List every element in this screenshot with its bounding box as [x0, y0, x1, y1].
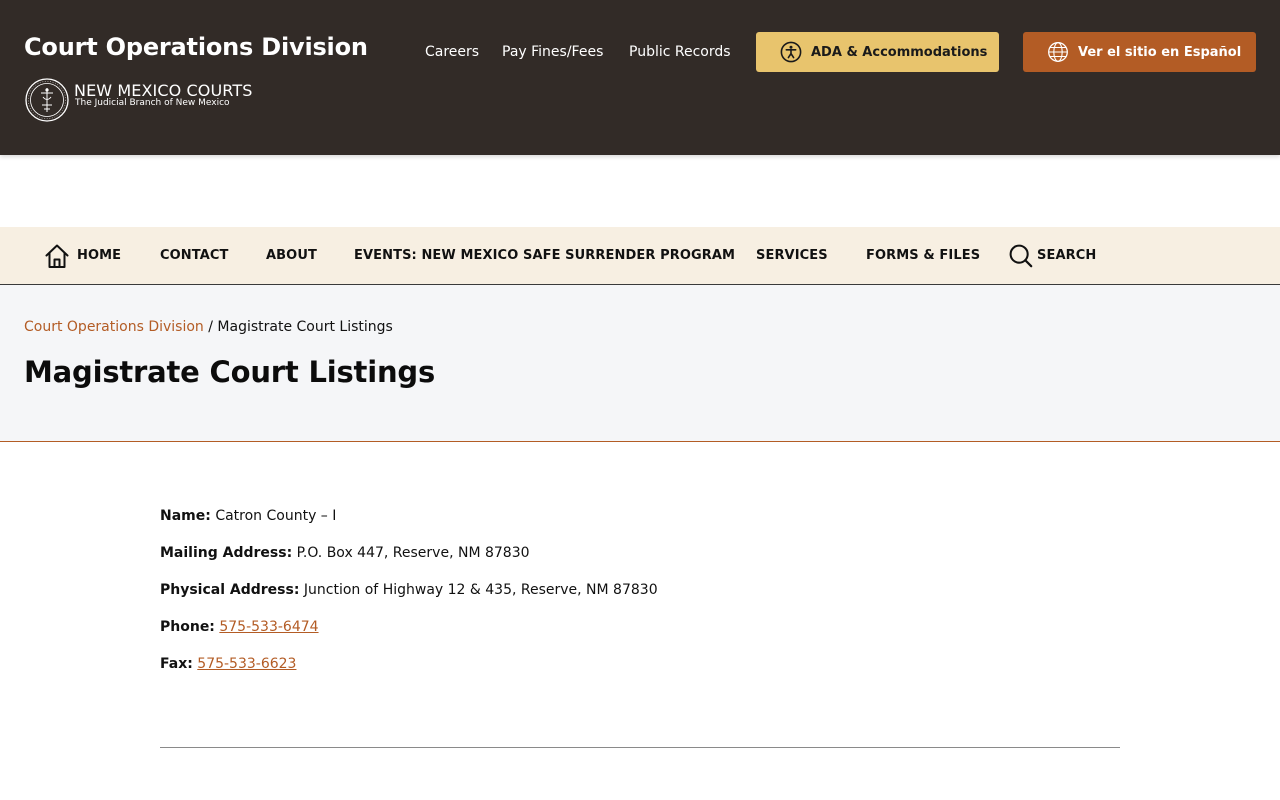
accessibility-icon: [780, 41, 802, 63]
page-title: Magistrate Court Listings: [24, 355, 436, 389]
breadcrumb: Court Operations Division / Magistrate C…: [24, 319, 393, 335]
site-title[interactable]: Court Operations Division: [24, 33, 368, 61]
mailing-address-label: Mailing Address:: [160, 545, 293, 561]
public-records-link[interactable]: Public Records: [629, 44, 731, 60]
physical-address-label: Physical Address:: [160, 582, 300, 598]
name-label: Name:: [160, 508, 211, 524]
nm-courts-logo[interactable]: NEW MEXICO COURTS The Judicial Branch of…: [24, 78, 274, 124]
ada-accommodations-button[interactable]: ADA & Accommodations: [756, 32, 999, 72]
ada-button-label: ADA & Accommodations: [811, 44, 988, 60]
careers-link[interactable]: Careers: [425, 44, 479, 60]
name-value: Catron County – I: [215, 508, 337, 524]
physical-address-value: Junction of Highway 12 & 435, Reserve, N…: [303, 582, 658, 598]
nav-contact[interactable]: CONTACT: [160, 227, 229, 284]
main-navigation: HOME CONTACT ABOUT EVENTS: NEW MEXICO SA…: [0, 227, 1280, 285]
mailing-address-value: P.O. Box 447, Reserve, NM 87830: [296, 545, 530, 561]
nav-services[interactable]: SERVICES: [756, 227, 828, 284]
listing-phone-row: Phone: 575-533-6474: [160, 616, 1120, 653]
nav-events[interactable]: EVENTS: NEW MEXICO SAFE SURRENDER PROGRA…: [354, 227, 735, 284]
breadcrumb-parent-link[interactable]: Court Operations Division: [24, 319, 204, 335]
globe-icon: [1048, 42, 1068, 62]
site-header: Court Operations Division NEW MEXICO COU…: [0, 0, 1280, 155]
nav-forms-files[interactable]: FORMS & FILES: [866, 227, 980, 284]
court-listing: Name: Catron County – I Mailing Address:…: [160, 505, 1120, 690]
logo-tagline: The Judicial Branch of New Mexico: [75, 98, 230, 108]
nav-about[interactable]: ABOUT: [266, 227, 317, 284]
listing-divider: [160, 747, 1120, 748]
fax-label: Fax:: [160, 656, 193, 672]
pay-fines-link[interactable]: Pay Fines/Fees: [502, 44, 603, 60]
search-icon: [1009, 244, 1033, 267]
nav-search[interactable]: SEARCH: [1008, 227, 1096, 284]
spanish-button-label: Ver el sitio en Español: [1078, 44, 1242, 60]
nav-home[interactable]: HOME: [43, 227, 121, 284]
page-header-band: Court Operations Division / Magistrate C…: [0, 285, 1280, 442]
nav-home-label: HOME: [77, 248, 122, 263]
phone-link[interactable]: 575-533-6474: [219, 619, 318, 635]
spanish-site-button[interactable]: Ver el sitio en Español: [1023, 32, 1256, 72]
listing-mailing-row: Mailing Address: P.O. Box 447, Reserve, …: [160, 542, 1120, 579]
home-icon: [45, 244, 69, 268]
nav-search-label: SEARCH: [1037, 248, 1097, 263]
state-seal-icon: [25, 78, 69, 122]
listing-physical-row: Physical Address: Junction of Highway 12…: [160, 579, 1120, 616]
listing-name-row: Name: Catron County – I: [160, 505, 1120, 542]
phone-label: Phone:: [160, 619, 215, 635]
listing-fax-row: Fax: 575-533-6623: [160, 653, 1120, 690]
fax-link[interactable]: 575-533-6623: [197, 656, 296, 672]
breadcrumb-separator: /: [208, 319, 213, 335]
breadcrumb-current: Magistrate Court Listings: [217, 319, 393, 335]
